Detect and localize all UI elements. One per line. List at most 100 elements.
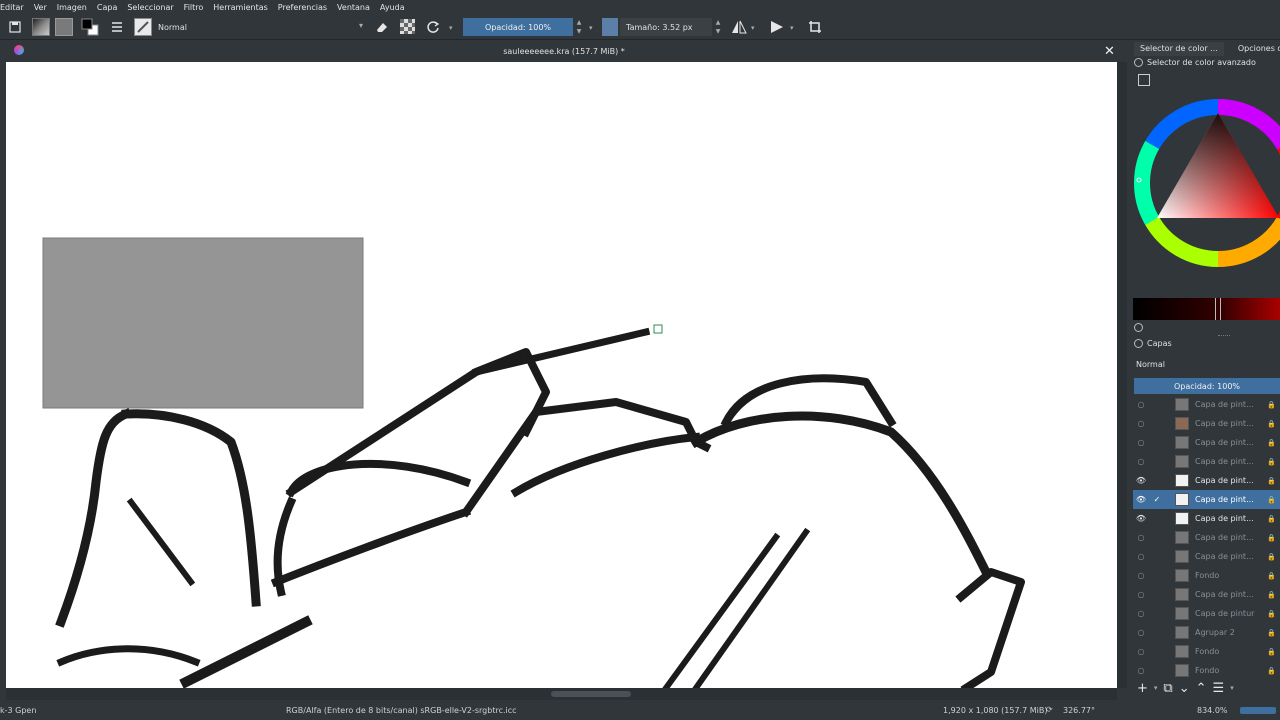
add-layer-icon[interactable]: + xyxy=(1137,681,1148,696)
menu-item-ventana[interactable]: Ventana xyxy=(337,3,370,12)
lock-icon[interactable]: 🔒 xyxy=(1267,629,1276,637)
lock-icon[interactable]: 🔒 xyxy=(1267,591,1276,599)
menu-item-editar[interactable]: Editar xyxy=(0,3,24,12)
layer-row[interactable]: ○ Capa de pint... 🔒 xyxy=(1133,528,1280,547)
lock-icon[interactable]: 🔒 xyxy=(1267,496,1276,504)
layer-properties-icon[interactable]: ☰ xyxy=(1213,681,1225,696)
brush-name[interactable]: k-3 Gpen xyxy=(0,706,36,715)
lock-icon[interactable]: 🔒 xyxy=(1267,515,1276,523)
lock-icon[interactable]: 🔒 xyxy=(1267,477,1276,485)
preserve-alpha-icon[interactable] xyxy=(400,19,415,34)
move-layer-up-icon[interactable]: ⌃ xyxy=(1196,681,1207,696)
brush-preset-icon[interactable] xyxy=(134,18,152,36)
menu-item-imagen[interactable]: Imagen xyxy=(57,3,87,12)
save-icon[interactable] xyxy=(6,18,24,36)
brush-settings-icon[interactable] xyxy=(108,18,126,36)
gradient-preset-icon[interactable] xyxy=(32,18,50,36)
refresh-icon[interactable] xyxy=(1134,323,1143,332)
layer-row[interactable]: 👁 ✓ Capa de pint... 🔒 xyxy=(1133,490,1280,509)
lock-icon[interactable]: 🔒 xyxy=(1267,401,1276,409)
layer-row[interactable]: ○ Capa de pint... 🔒 xyxy=(1133,585,1280,604)
lock-icon[interactable]: 🔒 xyxy=(1267,439,1276,447)
eye-hidden-icon[interactable]: ○ xyxy=(1133,457,1149,466)
blend-mode-select[interactable]: Normal ▾ xyxy=(155,18,365,36)
layer-row[interactable]: ○ Capa de pint... 🔒 xyxy=(1133,547,1280,566)
layer-row[interactable]: ○ Fondo 🔒 xyxy=(1133,661,1280,677)
close-icon[interactable]: ✕ xyxy=(1104,44,1115,59)
color-history-icon[interactable] xyxy=(1138,74,1150,86)
color-space[interactable]: RGB/Alfa (Entero de 8 bits/canal) sRGB-e… xyxy=(286,706,517,715)
size-spin-icon[interactable]: ▲ ▼ xyxy=(714,18,722,36)
eye-hidden-icon[interactable]: ○ xyxy=(1133,647,1149,656)
menu-item-seleccionar[interactable]: Seleccionar xyxy=(127,3,173,12)
layer-opacity-slider[interactable]: Opacidad: 100% xyxy=(1134,378,1280,394)
drawing-canvas[interactable] xyxy=(6,62,1117,688)
chevron-down-icon[interactable]: ▾ xyxy=(1154,684,1158,692)
brush-size-slider[interactable]: Tamaño: 3.52 px xyxy=(620,18,712,36)
wrap-around-icon[interactable] xyxy=(806,18,824,36)
zoom-slider[interactable] xyxy=(1240,707,1276,714)
lock-icon[interactable]: 🔒 xyxy=(1267,534,1276,542)
layer-row[interactable]: 👁 Capa de pint... 🔒 xyxy=(1133,509,1280,528)
chevron-down-icon[interactable]: ▾ xyxy=(790,18,794,38)
layer-row[interactable]: ○ Capa de pint... 🔒 xyxy=(1133,414,1280,433)
layer-row[interactable]: ○ Fondo 🔒 xyxy=(1133,566,1280,585)
move-layer-down-icon[interactable]: ⌄ xyxy=(1179,681,1190,696)
vertical-scrollbar[interactable] xyxy=(1117,62,1127,688)
menu-item-ver[interactable]: Ver xyxy=(34,3,47,12)
chevron-down-icon[interactable]: ▾ xyxy=(1230,684,1234,692)
layer-row[interactable]: ○ Fondo 🔒 xyxy=(1133,642,1280,661)
layer-row[interactable]: ○ Capa de pint... 🔒 xyxy=(1133,395,1280,414)
tab-color-selector[interactable]: Selector de color ... xyxy=(1134,42,1224,56)
value-marker[interactable] xyxy=(1215,298,1221,320)
lock-icon[interactable]: 🔒 xyxy=(1267,420,1276,428)
eye-icon[interactable]: 👁 xyxy=(1133,514,1149,523)
layer-row[interactable]: ○ Capa de pint... 🔒 xyxy=(1133,452,1280,471)
chevron-down-icon[interactable]: ▾ xyxy=(449,18,453,38)
chevron-down-icon[interactable]: ▾ xyxy=(751,18,755,38)
menu-item-preferencias[interactable]: Preferencias xyxy=(278,3,327,12)
pattern-preset-icon[interactable] xyxy=(55,18,73,36)
eye-icon[interactable]: 👁 xyxy=(1133,476,1149,485)
eye-hidden-icon[interactable]: ○ xyxy=(1133,438,1149,447)
opacity-slider[interactable]: Opacidad: 100% xyxy=(463,18,573,36)
menu-item-filtro[interactable]: Filtro xyxy=(184,3,204,12)
scrollbar-thumb[interactable] xyxy=(551,691,631,697)
eye-hidden-icon[interactable]: ○ xyxy=(1133,400,1149,409)
lock-icon[interactable]: 🔒 xyxy=(1267,648,1276,656)
opacity-spin-icon[interactable]: ▲ ▼ xyxy=(575,18,583,36)
eye-icon[interactable]: 👁 xyxy=(1133,495,1149,504)
lock-icon[interactable]: 🔒 xyxy=(1267,610,1276,618)
layer-check-icon[interactable]: ✓ xyxy=(1149,495,1165,504)
lock-icon[interactable]: 🔒 xyxy=(1267,458,1276,466)
lock-icon[interactable]: 🔒 xyxy=(1267,572,1276,580)
color-value-bar[interactable] xyxy=(1133,298,1280,320)
horizontal-scrollbar[interactable] xyxy=(6,688,1117,700)
menu-item-capa[interactable]: Capa xyxy=(97,3,117,12)
menu-item-herramientas[interactable]: Herramientas xyxy=(213,3,268,12)
settings-icon[interactable] xyxy=(1134,58,1143,67)
zoom-level[interactable]: 834.0% xyxy=(1197,706,1228,715)
eye-hidden-icon[interactable]: ○ xyxy=(1133,628,1149,637)
mirror-vertical-icon[interactable] xyxy=(768,18,786,36)
eye-hidden-icon[interactable]: ○ xyxy=(1133,533,1149,542)
eye-hidden-icon[interactable]: ○ xyxy=(1133,666,1149,675)
eye-hidden-icon[interactable]: ○ xyxy=(1133,419,1149,428)
layer-blend-select[interactable]: Normal xyxy=(1133,356,1280,372)
settings-icon[interactable] xyxy=(1134,339,1143,348)
layer-row[interactable]: ○ Capa de pint... 🔒 xyxy=(1133,433,1280,452)
layer-row[interactable]: ○ Capa de pintura 3 🔒 xyxy=(1133,604,1280,623)
chevron-down-icon[interactable]: ▾ xyxy=(589,18,593,38)
eraser-icon[interactable] xyxy=(373,18,391,36)
eye-hidden-icon[interactable]: ○ xyxy=(1133,590,1149,599)
reload-preset-icon[interactable] xyxy=(424,18,442,36)
layer-row[interactable]: ○ Agrupar 2 🔒 xyxy=(1133,623,1280,642)
eye-hidden-icon[interactable]: ○ xyxy=(1133,552,1149,561)
eye-hidden-icon[interactable]: ○ xyxy=(1133,571,1149,580)
mirror-horizontal-icon[interactable] xyxy=(730,18,748,36)
color-wheel[interactable] xyxy=(1133,98,1280,268)
fg-bg-color-icon[interactable] xyxy=(81,18,99,36)
duplicate-layer-icon[interactable]: ⧉ xyxy=(1163,681,1172,696)
lock-icon[interactable]: 🔒 xyxy=(1267,667,1276,675)
eye-hidden-icon[interactable]: ○ xyxy=(1133,609,1149,618)
